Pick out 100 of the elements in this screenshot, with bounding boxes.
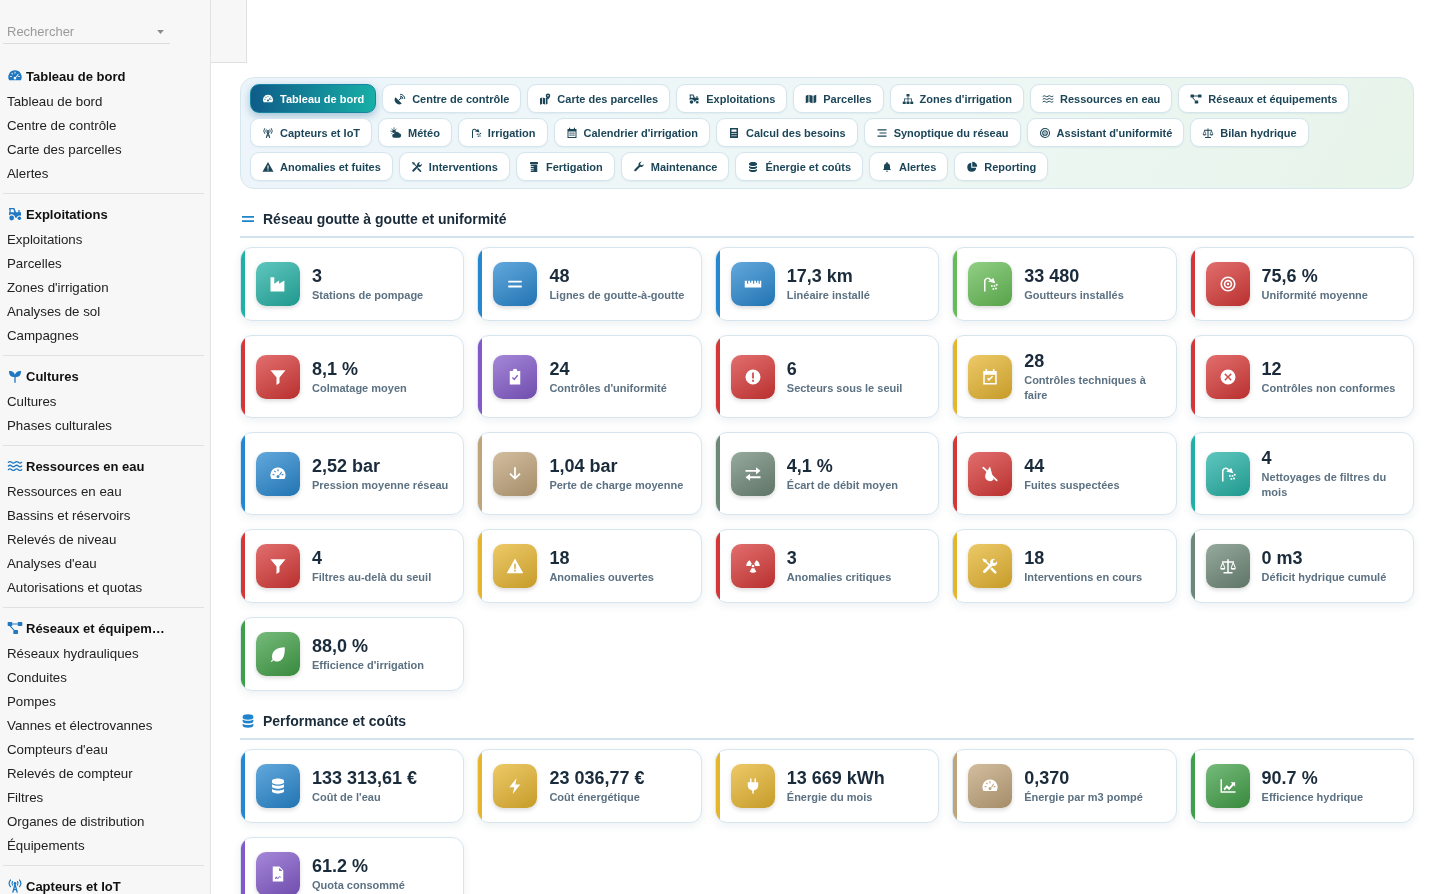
nav-tab[interactable]: Zones d'irrigation	[889, 84, 1025, 113]
kpi-value: 44	[1024, 454, 1046, 477]
shower-head-icon	[968, 262, 1013, 306]
seedling-icon	[7, 368, 23, 384]
sidebar-item[interactable]: Campagnes	[3, 324, 204, 348]
kpi-label: Linéaire installé	[786, 288, 870, 303]
kpi-label: Goutteurs installés	[1024, 288, 1124, 303]
sidebar-item[interactable]: Organes de distribution	[3, 810, 204, 834]
kpi-value: 75,6 %	[1261, 265, 1319, 287]
sidebar-item[interactable]: Parcelles	[3, 252, 204, 276]
sidebar-item[interactable]: Conduites	[3, 666, 204, 690]
swap-arrows-icon	[730, 451, 775, 496]
kpi-value: 23 036,77 €	[549, 767, 645, 789]
sidebar-item[interactable]: Phases culturales	[3, 414, 204, 438]
sidebar-item[interactable]: Analyses de sol	[3, 300, 204, 324]
pie-chart-icon	[966, 160, 979, 173]
nav-tab[interactable]: Ressources en eau	[1030, 84, 1173, 113]
sidebar-item[interactable]: Exploitations	[3, 228, 204, 252]
tractor-icon	[7, 206, 23, 222]
kpi-value: 1,04 bar	[549, 454, 619, 477]
nav-tab[interactable]: Centre de contrôle	[382, 84, 522, 113]
kpi-label: Filtres au-delà du seuil	[312, 570, 432, 585]
kpi-value: 4	[312, 547, 323, 569]
nav-tab[interactable]: Synoptique du réseau	[863, 118, 1021, 147]
sidebar-item[interactable]: Pompes	[3, 690, 204, 714]
sidebar-item[interactable]: Ressources en eau	[3, 480, 204, 504]
sidebar-item[interactable]: Relevés de compteur	[3, 762, 204, 786]
filter-icon	[256, 354, 300, 399]
bell-icon	[881, 160, 893, 173]
calendar-icon	[565, 126, 578, 139]
nav-tab[interactable]: Carte des parcelles	[527, 84, 671, 113]
nav-tab[interactable]: Parcelles	[793, 84, 884, 113]
wrench-icon	[632, 160, 645, 173]
sidebar-item[interactable]: Réseaux hydrauliques	[3, 642, 204, 666]
nav-tab[interactable]: Anomalies et fuites	[250, 152, 393, 181]
nav-tab[interactable]: Reporting	[954, 152, 1049, 181]
kpi-label: Secteurs sous le seuil	[786, 380, 903, 396]
kpi-label: Coût énergétique	[549, 790, 641, 805]
nav-tab[interactable]: Réseaux et équipements	[1178, 84, 1350, 113]
waves-icon	[7, 458, 23, 474]
kpi-label: Contrôles d'uniformité	[549, 380, 667, 396]
sidebar-item[interactable]: Vannes et électrovannes	[3, 714, 204, 738]
sidebar-item[interactable]: Analyses d'eau	[3, 552, 204, 576]
sidebar-item[interactable]: Autorisations et quotas	[3, 576, 204, 600]
sidebar-item[interactable]: Zones d'irrigation	[3, 276, 204, 300]
nav-tab[interactable]: Interventions	[398, 152, 510, 181]
nav-tab[interactable]: Irrigation	[457, 118, 548, 147]
nav-tab[interactable]: Calendrier d'irrigation	[553, 118, 710, 147]
kpi-value: 18	[549, 547, 571, 569]
nav-tab[interactable]: Tableau de bord	[250, 84, 377, 113]
kpi-value: 133 313,61 €	[312, 767, 418, 789]
nav-tab[interactable]: Capteurs et IoT	[250, 118, 373, 147]
kpi-value: 48	[549, 265, 571, 287]
sidebar-item[interactable]: Centre de contrôle	[3, 114, 204, 138]
target-icon	[1205, 262, 1250, 306]
nav-tab[interactable]: Calcul des besoins	[716, 118, 858, 147]
nav-tab[interactable]: Maintenance	[620, 152, 730, 181]
kpi-value: 0 m3	[1261, 547, 1304, 569]
kpi-label: Contrôles non conformes	[1261, 380, 1396, 396]
kpi-label: Anomalies ouvertes	[549, 570, 654, 585]
sidebar-item[interactable]: Bassins et réservoirs	[3, 504, 204, 528]
section-title: Réseau goutte à goutte et uniformité	[263, 210, 507, 228]
shower-head-icon	[1205, 451, 1250, 496]
filter-icon	[256, 544, 300, 588]
sidebar-item[interactable]: Tableau de bord	[3, 90, 204, 114]
sidebar-heading: Exploitations	[26, 206, 108, 222]
kpi-label: Nettoyages de filtres du mois	[1261, 470, 1388, 500]
sidebar-item[interactable]: Cultures	[3, 390, 204, 414]
sidebar-heading: Ressources en eau	[26, 458, 145, 474]
nav-tab[interactable]: Alertes	[869, 152, 949, 181]
kpi-label: Coût de l'eau	[312, 790, 382, 805]
kpi-label: Fuites suspectées	[1024, 477, 1120, 493]
warning-icon	[493, 544, 538, 588]
sidebar-item[interactable]: Alertes	[3, 162, 204, 186]
nav-tab[interactable]: Fertigation	[515, 152, 615, 181]
sidebar-item[interactable]: Compteurs d'eau	[3, 738, 204, 762]
nav-tab[interactable]: Météo	[378, 118, 452, 147]
sidebar-heading: Cultures	[26, 368, 79, 384]
droplet-slash-icon	[968, 451, 1013, 496]
map-marker-icon	[539, 92, 552, 105]
sidebar-item[interactable]: Filtres	[3, 786, 204, 810]
gauge-icon	[968, 764, 1013, 808]
coins-icon	[747, 160, 760, 173]
section-title: Performance et coûts	[263, 712, 407, 730]
waves-icon	[1042, 92, 1055, 105]
search-field[interactable]: Rechercher	[3, 20, 170, 44]
kpi-value: 17,3 km	[786, 265, 854, 287]
coins-icon	[256, 764, 300, 808]
sidebar-item[interactable]: Équipements	[3, 834, 204, 858]
nav-tab[interactable]: Exploitations	[676, 84, 788, 113]
nav-tab[interactable]: Énergie et coûts	[735, 152, 863, 181]
diagram-icon	[7, 620, 23, 636]
sidebar-item[interactable]: Relevés de niveau	[3, 528, 204, 552]
caret-icon	[157, 30, 164, 34]
kpi-label: Contrôles techniques à faire	[1024, 373, 1147, 403]
sidebar-item[interactable]: Carte des parcelles	[3, 138, 204, 162]
sidebar-heading: Capteurs et IoT	[26, 878, 121, 894]
cloud-sun-icon	[390, 126, 403, 139]
nav-tab[interactable]: Assistant d'uniformité	[1026, 118, 1185, 147]
nav-tab[interactable]: Bilan hydrique	[1190, 118, 1309, 147]
